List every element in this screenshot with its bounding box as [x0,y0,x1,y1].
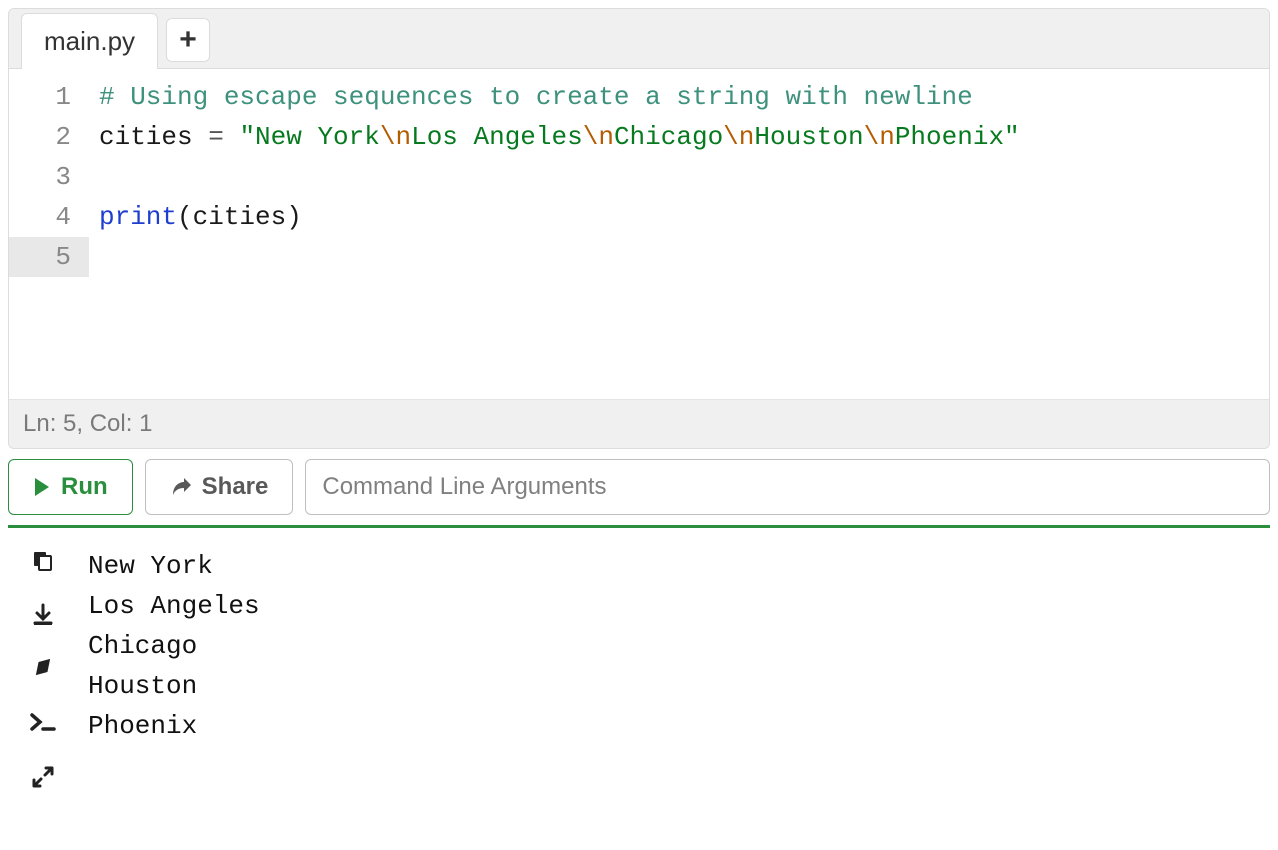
tab-bar: main.py + [9,9,1269,69]
run-button-label: Run [61,473,108,501]
code-line[interactable] [99,157,1269,197]
status-bar: Ln: 5, Col: 1 [9,399,1269,448]
action-toolbar: Run Share [0,459,1278,525]
file-tab-main[interactable]: main.py [21,13,158,69]
command-line-args-input[interactable] [305,459,1270,515]
eraser-icon[interactable] [28,654,58,684]
download-icon[interactable] [28,600,58,630]
terminal-icon[interactable] [28,708,58,738]
code-content[interactable]: # Using escape sequences to create a str… [89,69,1269,399]
line-number: 4 [9,197,89,237]
code-line[interactable]: print(cities) [99,197,1269,237]
plus-icon: + [179,23,197,57]
run-button[interactable]: Run [8,459,133,515]
copy-icon[interactable] [28,546,58,576]
code-line[interactable] [99,237,1269,277]
code-line[interactable]: cities = "New York\nLos Angeles\nChicago… [99,117,1269,157]
add-tab-button[interactable]: + [166,18,210,62]
line-number: 3 [9,157,89,197]
cursor-position: Ln: 5, Col: 1 [23,410,152,437]
output-sidebar [8,528,78,792]
editor-panel: main.py + 12345 # Using escape sequences… [8,8,1270,449]
line-number-gutter: 12345 [9,69,89,399]
share-icon [170,477,192,497]
output-text[interactable]: New York Los Angeles Chicago Houston Pho… [78,528,1270,792]
play-icon [33,477,51,497]
line-number: 2 [9,117,89,157]
code-editor[interactable]: 12345 # Using escape sequences to create… [9,69,1269,399]
line-number: 1 [9,77,89,117]
share-button[interactable]: Share [145,459,294,515]
code-line[interactable]: # Using escape sequences to create a str… [99,77,1269,117]
output-panel: New York Los Angeles Chicago Houston Pho… [8,525,1270,792]
share-button-label: Share [202,473,269,501]
line-number: 5 [9,237,89,277]
expand-icon[interactable] [28,762,58,792]
